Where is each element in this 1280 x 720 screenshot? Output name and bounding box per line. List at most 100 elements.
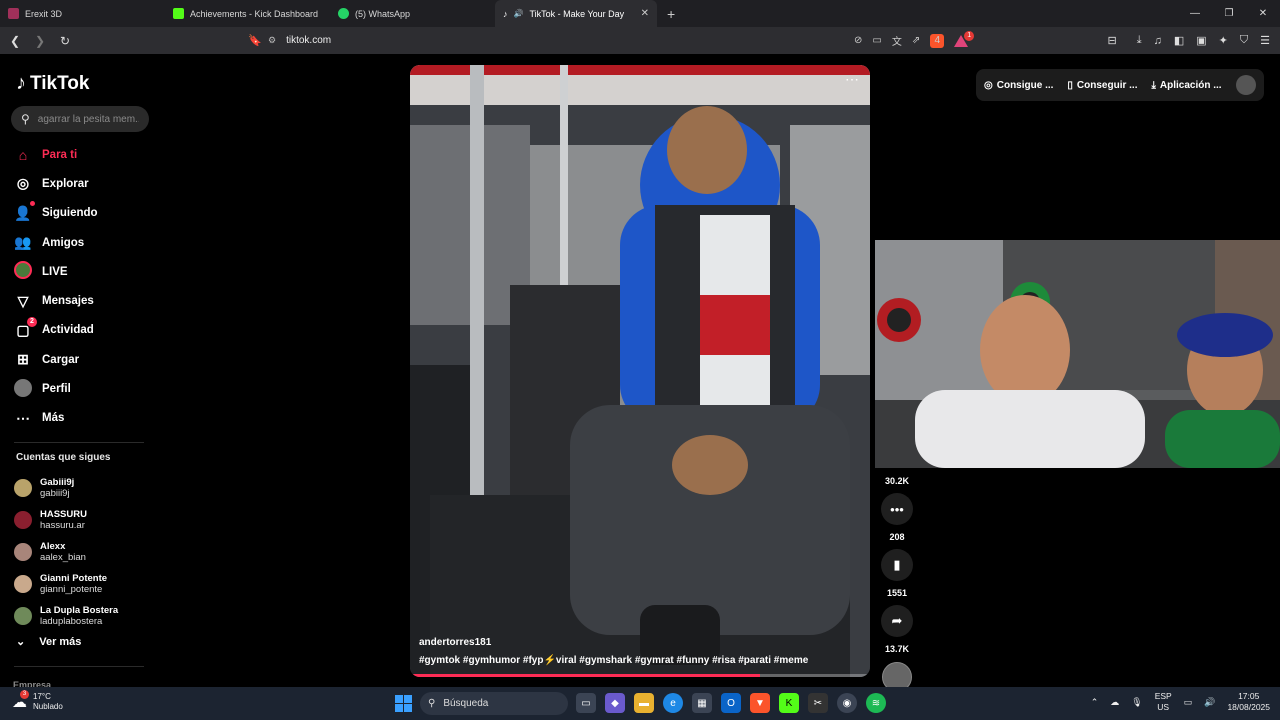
nav-siguiendo[interactable]: 👤 Siguiendo [14, 199, 164, 228]
forward-icon[interactable]: ❯ [30, 34, 50, 48]
download-app-button[interactable]: ⤓ Aplicación ... [1151, 80, 1221, 91]
minimize-icon[interactable]: — [1178, 0, 1212, 27]
account-name: Alexx [40, 541, 66, 552]
bookmark-icon[interactable]: 🔖 [248, 34, 262, 47]
coin-icon: ◎ [984, 79, 993, 91]
nav-mensajes[interactable]: ▽ Mensajes [14, 286, 164, 315]
weather-widget[interactable]: ☁ 3 17°C Nublado [12, 690, 63, 712]
download-icon: ⤓ [1151, 79, 1156, 91]
following-icon: 👤 [14, 200, 35, 222]
nav-amigos[interactable]: 👥 Amigos [14, 228, 164, 257]
nav-label: Actividad [42, 324, 94, 337]
file-explorer-icon[interactable]: ▬ [634, 693, 654, 713]
tiktok-logo[interactable]: ♪ TikTok [16, 72, 89, 95]
tab-title: (5) WhatsApp [355, 8, 411, 19]
spotify-icon[interactable]: ≋ [866, 693, 886, 713]
account-item[interactable]: La Dupla Bostera laduplabostera [14, 600, 164, 632]
reload-icon[interactable]: ↻ [55, 34, 75, 48]
compass-icon: ◎ [16, 175, 30, 192]
chevron-up-icon[interactable]: ⌃ [1091, 697, 1099, 708]
get-app-button[interactable]: ▯ Conseguir ... [1067, 80, 1137, 91]
leo-ai-icon[interactable]: ✦ [1219, 34, 1228, 47]
clock[interactable]: 17:05 18/08/2025 [1227, 691, 1270, 713]
nav-explorar[interactable]: ◎ Explorar [14, 169, 164, 198]
nav-live[interactable]: LIVE [14, 257, 164, 286]
nav-label: Siguiendo [42, 207, 98, 220]
close-window-icon[interactable]: ✕ [1246, 0, 1280, 27]
url-text[interactable]: tiktok.com [286, 35, 331, 46]
brave-shield-icon[interactable]: 4 [930, 33, 945, 48]
get-coins-button[interactable]: ◎ Consigue ... [984, 80, 1053, 91]
account-item[interactable]: Gabiii9j gabiii9j [14, 472, 164, 504]
tab-kick[interactable]: Achievements - Kick Dashboard [165, 0, 330, 27]
account-item[interactable]: HASSURU hassuru.ar [14, 504, 164, 536]
restore-icon[interactable]: ❐ [1212, 0, 1246, 27]
volume-icon[interactable]: 🔊 [1204, 697, 1215, 708]
top-actions-bar: ◎ Consigue ... ▯ Conseguir ... ⤓ Aplicación… [976, 69, 1264, 101]
microphone-icon[interactable]: 🎙 [1131, 697, 1142, 708]
vpn-icon[interactable]: ⛉ [1240, 34, 1248, 47]
windows-start-icon[interactable] [395, 695, 412, 712]
video-player[interactable]: ⋯ andertorres181 #gymtok #gymhumor #fyp⚡… [410, 65, 870, 677]
task-view-icon[interactable]: ▭ [576, 693, 596, 713]
translate-icon[interactable]: 文 [892, 33, 902, 48]
wallet-icon[interactable]: ▣ [1196, 34, 1206, 47]
copilot-icon[interactable]: ◆ [605, 693, 625, 713]
store-icon[interactable]: ▦ [692, 693, 712, 713]
cast-icon[interactable]: ▭ [872, 35, 881, 46]
nav-para-ti[interactable]: ⌂ Para ti [14, 140, 164, 169]
tab-search-icon[interactable]: ⊟ [1108, 34, 1117, 47]
tiktok-sidebar: ♪ TikTok ⚲ agarrar la pesita mem... ⌂ Pa… [0, 54, 165, 690]
save-button[interactable]: ▮ [881, 549, 913, 581]
brave-rewards-icon[interactable]: 1 [954, 30, 975, 47]
saves-count: 1551 [886, 588, 908, 598]
user-avatar[interactable] [1236, 75, 1256, 95]
obs-icon[interactable]: ◉ [837, 693, 857, 713]
edge-icon[interactable]: e [663, 693, 683, 713]
language-indicator[interactable]: ESP US [1155, 691, 1172, 713]
nav-perfil[interactable]: Perfil [14, 374, 164, 403]
tab-whatsapp[interactable]: (5) WhatsApp [330, 0, 495, 27]
nav-mas[interactable]: ⋯ Más [14, 404, 164, 433]
more-options-icon[interactable]: ⋯ [845, 71, 860, 88]
account-item[interactable]: Alexx aalex_bian [14, 536, 164, 568]
shield-badge: 4 [934, 35, 941, 46]
address-bar[interactable]: 🔖 ⚙ tiktok.com [248, 30, 878, 51]
account-item[interactable]: Gianni Potente gianni_potente [14, 568, 164, 600]
share-icon[interactable]: ⇗ [912, 35, 920, 46]
onedrive-icon[interactable]: ☁ [1110, 697, 1119, 708]
new-tab-button[interactable]: + [667, 6, 675, 22]
nav-cargar[interactable]: ⊞ Cargar [14, 345, 164, 374]
music-icon[interactable]: ♫ [1154, 35, 1162, 47]
brave-icon[interactable]: ▼ [750, 693, 770, 713]
kick-app-icon[interactable]: K [779, 693, 799, 713]
menu-icon[interactable]: ☰ [1260, 34, 1270, 47]
search-input[interactable]: ⚲ agarrar la pesita mem... [11, 106, 149, 132]
taskbar-apps: ▭ ◆ ▬ e ▦ O ▼ K ✂ ◉ ≋ [576, 693, 886, 713]
tab-tiktok[interactable]: ♪ 🔊 TikTok - Make Your Day ✕ [495, 0, 657, 27]
no-autoplay-icon[interactable]: ⊘ [854, 35, 862, 46]
likes-count: 30.2K [884, 476, 910, 486]
sidebar-toggle-icon[interactable]: ◧ [1174, 34, 1184, 47]
back-icon[interactable]: ❮ [5, 34, 25, 48]
browser-extensions: ⊟ ⤓ ♫ ◧ ▣ ✦ ⛉ ☰ [1108, 27, 1271, 54]
share-button[interactable]: ➦ [881, 605, 913, 637]
site-settings-icon[interactable]: ⚙ [268, 35, 276, 46]
outlook-icon[interactable]: O [721, 693, 741, 713]
account-username: hassuru.ar [40, 520, 85, 531]
tab-erexit[interactable]: Erexit 3D [0, 0, 165, 27]
see-more-button[interactable]: ⌄ Ver más [16, 635, 81, 649]
video-hashtags[interactable]: #gymtok #gymhumor #fyp⚡viral #gymshark #… [419, 655, 808, 666]
friends-icon: 👥 [14, 234, 32, 251]
clock-date: 18/08/2025 [1227, 702, 1270, 712]
downloads-icon[interactable]: ⤓ [1137, 34, 1142, 47]
account-username: gabiii9j [40, 488, 70, 499]
close-tab-icon[interactable]: ✕ [641, 8, 649, 19]
network-icon[interactable]: ▭ [1184, 697, 1193, 708]
nav-actividad[interactable]: ▢ 2 Actividad [14, 316, 164, 345]
capcut-icon[interactable]: ✂ [808, 693, 828, 713]
video-author[interactable]: andertorres181 [419, 637, 491, 648]
taskbar-search[interactable]: ⚲ Búsqueda [420, 692, 568, 715]
video-progress-bar[interactable] [410, 674, 870, 677]
comment-button[interactable]: ••• [881, 493, 913, 525]
